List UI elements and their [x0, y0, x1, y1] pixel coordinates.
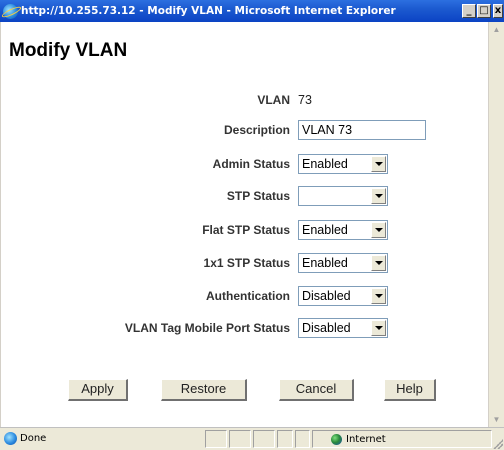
resize-grip-icon[interactable] [493, 439, 503, 449]
status-pane [205, 430, 227, 448]
maximize-button[interactable]: □ [477, 4, 491, 18]
vlan-tag-mobile-port-status-label: VLAN Tag Mobile Port Status [124, 321, 290, 335]
cancel-button[interactable]: Cancel [279, 379, 354, 401]
vlan-row: VLAN 73 [1, 90, 489, 112]
scroll-up-icon[interactable]: ▲ [489, 22, 504, 37]
status-pane [253, 430, 275, 448]
page-title: Modify VLAN [9, 40, 128, 61]
admin-status-select[interactable]: Enabled [298, 154, 388, 174]
ie-logo-icon[interactable] [3, 3, 18, 19]
zone-label: Internet [346, 433, 386, 445]
status-text: Done [20, 433, 47, 444]
flat-stp-status-label: Flat STP Status [202, 223, 290, 237]
description-input[interactable] [298, 120, 426, 140]
authentication-row: Authentication Disabled [1, 286, 489, 308]
one-x1-stp-status-label: 1x1 STP Status [203, 256, 290, 270]
one-x1-stp-status-value: Enabled [302, 256, 348, 270]
chevron-down-icon[interactable] [371, 320, 386, 336]
page-done-icon [4, 432, 17, 445]
status-done: Done [4, 432, 46, 445]
one-x1-stp-status-select[interactable]: Enabled [298, 253, 388, 273]
admin-status-value: Enabled [302, 157, 348, 171]
status-bar: Done Internet [0, 427, 504, 450]
internet-globe-icon [331, 433, 342, 445]
authentication-select[interactable]: Disabled [298, 286, 388, 306]
restore-button[interactable]: Restore [161, 379, 247, 401]
status-pane [295, 430, 310, 448]
chevron-down-icon[interactable] [371, 188, 386, 204]
apply-button[interactable]: Apply [68, 379, 128, 401]
chevron-down-icon[interactable] [371, 288, 386, 304]
close-button[interactable]: x [493, 4, 503, 18]
one-x1-stp-status-row: 1x1 STP Status Enabled [1, 253, 489, 275]
security-zone[interactable]: Internet [312, 430, 492, 448]
vertical-scrollbar[interactable]: ▲ ▼ [488, 22, 504, 427]
flat-stp-status-row: Flat STP Status Enabled [1, 220, 489, 242]
flat-stp-status-select[interactable]: Enabled [298, 220, 388, 240]
description-label: Description [223, 123, 290, 137]
chevron-down-icon[interactable] [371, 156, 386, 172]
window-controls: _ □ x [461, 4, 503, 18]
admin-status-row: Admin Status Enabled [1, 154, 489, 176]
window-title: http://10.255.73.12 - Modify VLAN - Micr… [21, 5, 396, 17]
window-titlebar[interactable]: http://10.255.73.12 - Modify VLAN - Micr… [0, 0, 504, 22]
help-button[interactable]: Help [384, 379, 436, 401]
authentication-label: Authentication [206, 289, 290, 303]
scroll-down-icon[interactable]: ▼ [489, 412, 504, 427]
chevron-down-icon[interactable] [371, 222, 386, 238]
minimize-button[interactable]: _ [462, 4, 476, 18]
vlan-tag-mobile-port-status-select[interactable]: Disabled [298, 318, 388, 338]
vlan-label: VLAN [257, 93, 290, 107]
description-row: Description [1, 120, 489, 142]
stp-status-row: STP Status [1, 186, 489, 208]
vlan-tag-mobile-port-status-row: VLAN Tag Mobile Port Status Disabled [1, 318, 489, 340]
vlan-tag-mobile-port-status-value: Disabled [302, 321, 351, 335]
vlan-value: 73 [298, 93, 312, 107]
stp-status-select[interactable] [298, 186, 388, 206]
flat-stp-status-value: Enabled [302, 223, 348, 237]
status-pane [277, 430, 293, 448]
admin-status-label: Admin Status [212, 157, 290, 171]
stp-status-label: STP Status [226, 189, 290, 203]
authentication-value: Disabled [302, 289, 351, 303]
status-pane [229, 430, 251, 448]
chevron-down-icon[interactable] [371, 255, 386, 271]
page-content: Modify VLAN VLAN 73 Description Admin St… [0, 22, 488, 427]
